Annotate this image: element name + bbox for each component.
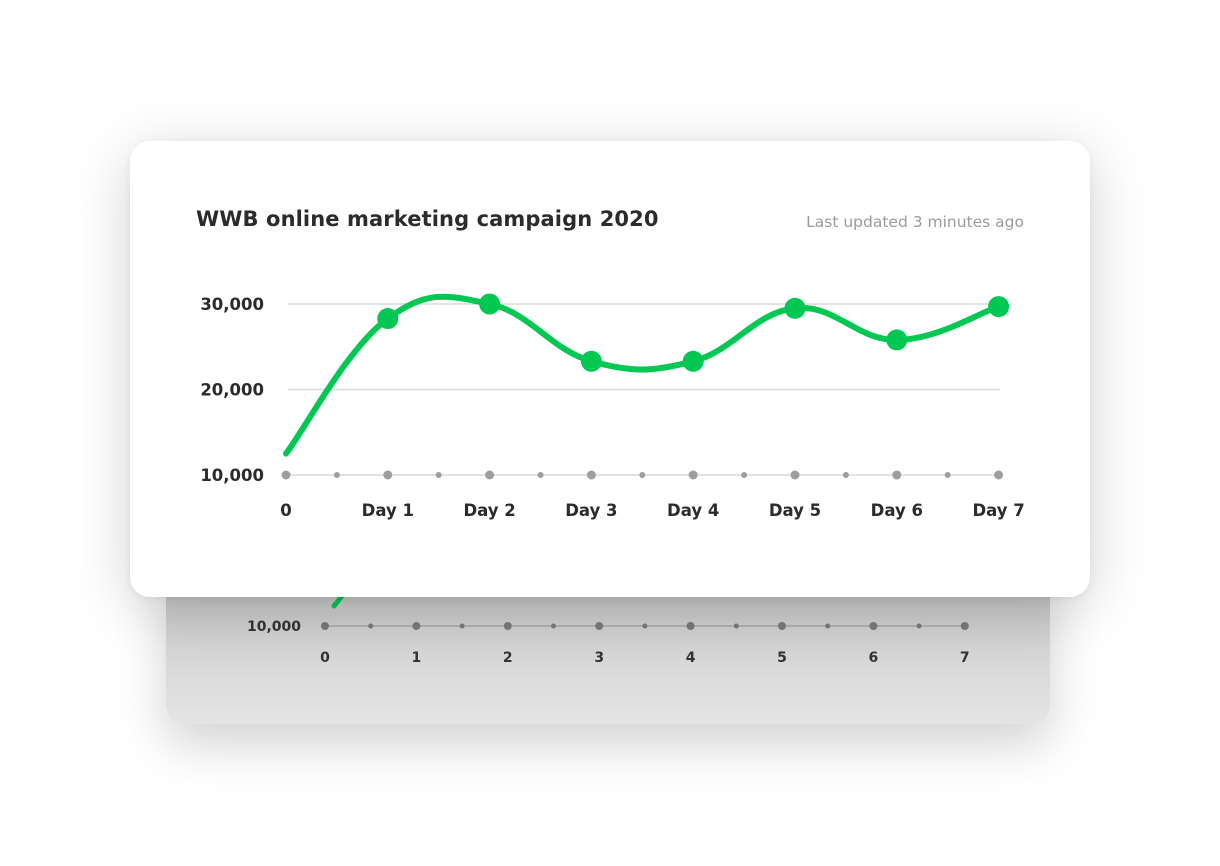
x-tick-label: Day 5	[769, 501, 821, 520]
data-point	[580, 350, 602, 372]
x-axis-tick-dot	[485, 470, 495, 480]
x-axis-tick-dot	[383, 470, 393, 480]
main-line-chart: 10,000 20,000 30,000 0 Day 1 Day 2 Day 3 Day 4 D…	[200, 293, 1025, 520]
chart-card: WWB online marketing campaign 2020 Last …	[130, 141, 1090, 597]
data-point	[784, 297, 806, 319]
background-x-tick-label: 6	[869, 650, 879, 666]
x-tick-label: Day 7	[972, 501, 1024, 520]
x-axis-minor-dot	[639, 472, 646, 478]
background-minor-dot	[368, 623, 374, 629]
background-series-line	[331, 593, 345, 609]
x-axis-minor-dot	[333, 472, 340, 478]
x-tick-label: 0	[280, 501, 291, 520]
background-minor-dot	[642, 623, 648, 629]
y-tick-label: 10,000	[200, 466, 264, 485]
y-tick-label: 30,000	[200, 295, 264, 314]
background-x-tick-label: 5	[777, 650, 787, 666]
x-axis-tick-dot	[994, 470, 1004, 480]
background-x-tick-label: 4	[686, 650, 696, 666]
data-point	[988, 296, 1010, 318]
data-point	[886, 329, 908, 351]
data-point	[479, 293, 501, 315]
background-axis-dot	[960, 622, 969, 630]
background-x-tick-label: 3	[594, 650, 604, 666]
x-axis-tick-dot	[790, 470, 800, 480]
background-axis-dot	[686, 622, 695, 630]
background-minor-dot	[459, 623, 465, 629]
x-axis-tick-dot	[281, 470, 291, 480]
background-axis-dot	[869, 622, 878, 630]
x-axis-minor-dot	[435, 472, 442, 478]
background-axis-dot	[595, 622, 604, 630]
background-axis-dot	[412, 622, 421, 630]
x-tick-label: Day 6	[871, 501, 923, 520]
background-minor-dot	[825, 623, 831, 629]
background-x-tick-label: 0	[320, 650, 330, 666]
y-tick-label: 20,000	[200, 381, 264, 400]
background-minor-dot	[551, 623, 556, 629]
x-axis-minor-dot	[741, 472, 748, 478]
background-axis-dot	[503, 622, 512, 630]
x-axis-tick-dot	[688, 470, 698, 480]
x-axis-tick-dot	[892, 470, 902, 480]
background-y-tick-label: 10,000	[247, 619, 301, 635]
x-tick-label: Day 3	[565, 501, 617, 520]
data-point	[682, 350, 704, 372]
background-x-tick-label: 2	[503, 650, 513, 666]
background-axis-dot	[321, 622, 329, 630]
x-tick-label: Day 2	[463, 501, 515, 520]
background-minor-dot	[916, 623, 922, 629]
background-x-tick-label: 1	[412, 650, 422, 666]
x-axis-minor-dot	[944, 472, 951, 478]
background-x-tick-label: 7	[960, 650, 970, 666]
x-tick-label: Day 1	[362, 501, 414, 520]
x-axis-tick-dot	[586, 470, 596, 480]
background-axis-dot	[778, 622, 786, 630]
x-tick-label: Day 4	[667, 501, 719, 520]
x-axis-minor-dot	[537, 472, 544, 478]
background-minor-dot	[733, 623, 739, 629]
data-point	[377, 308, 399, 330]
x-axis-minor-dot	[842, 472, 849, 478]
